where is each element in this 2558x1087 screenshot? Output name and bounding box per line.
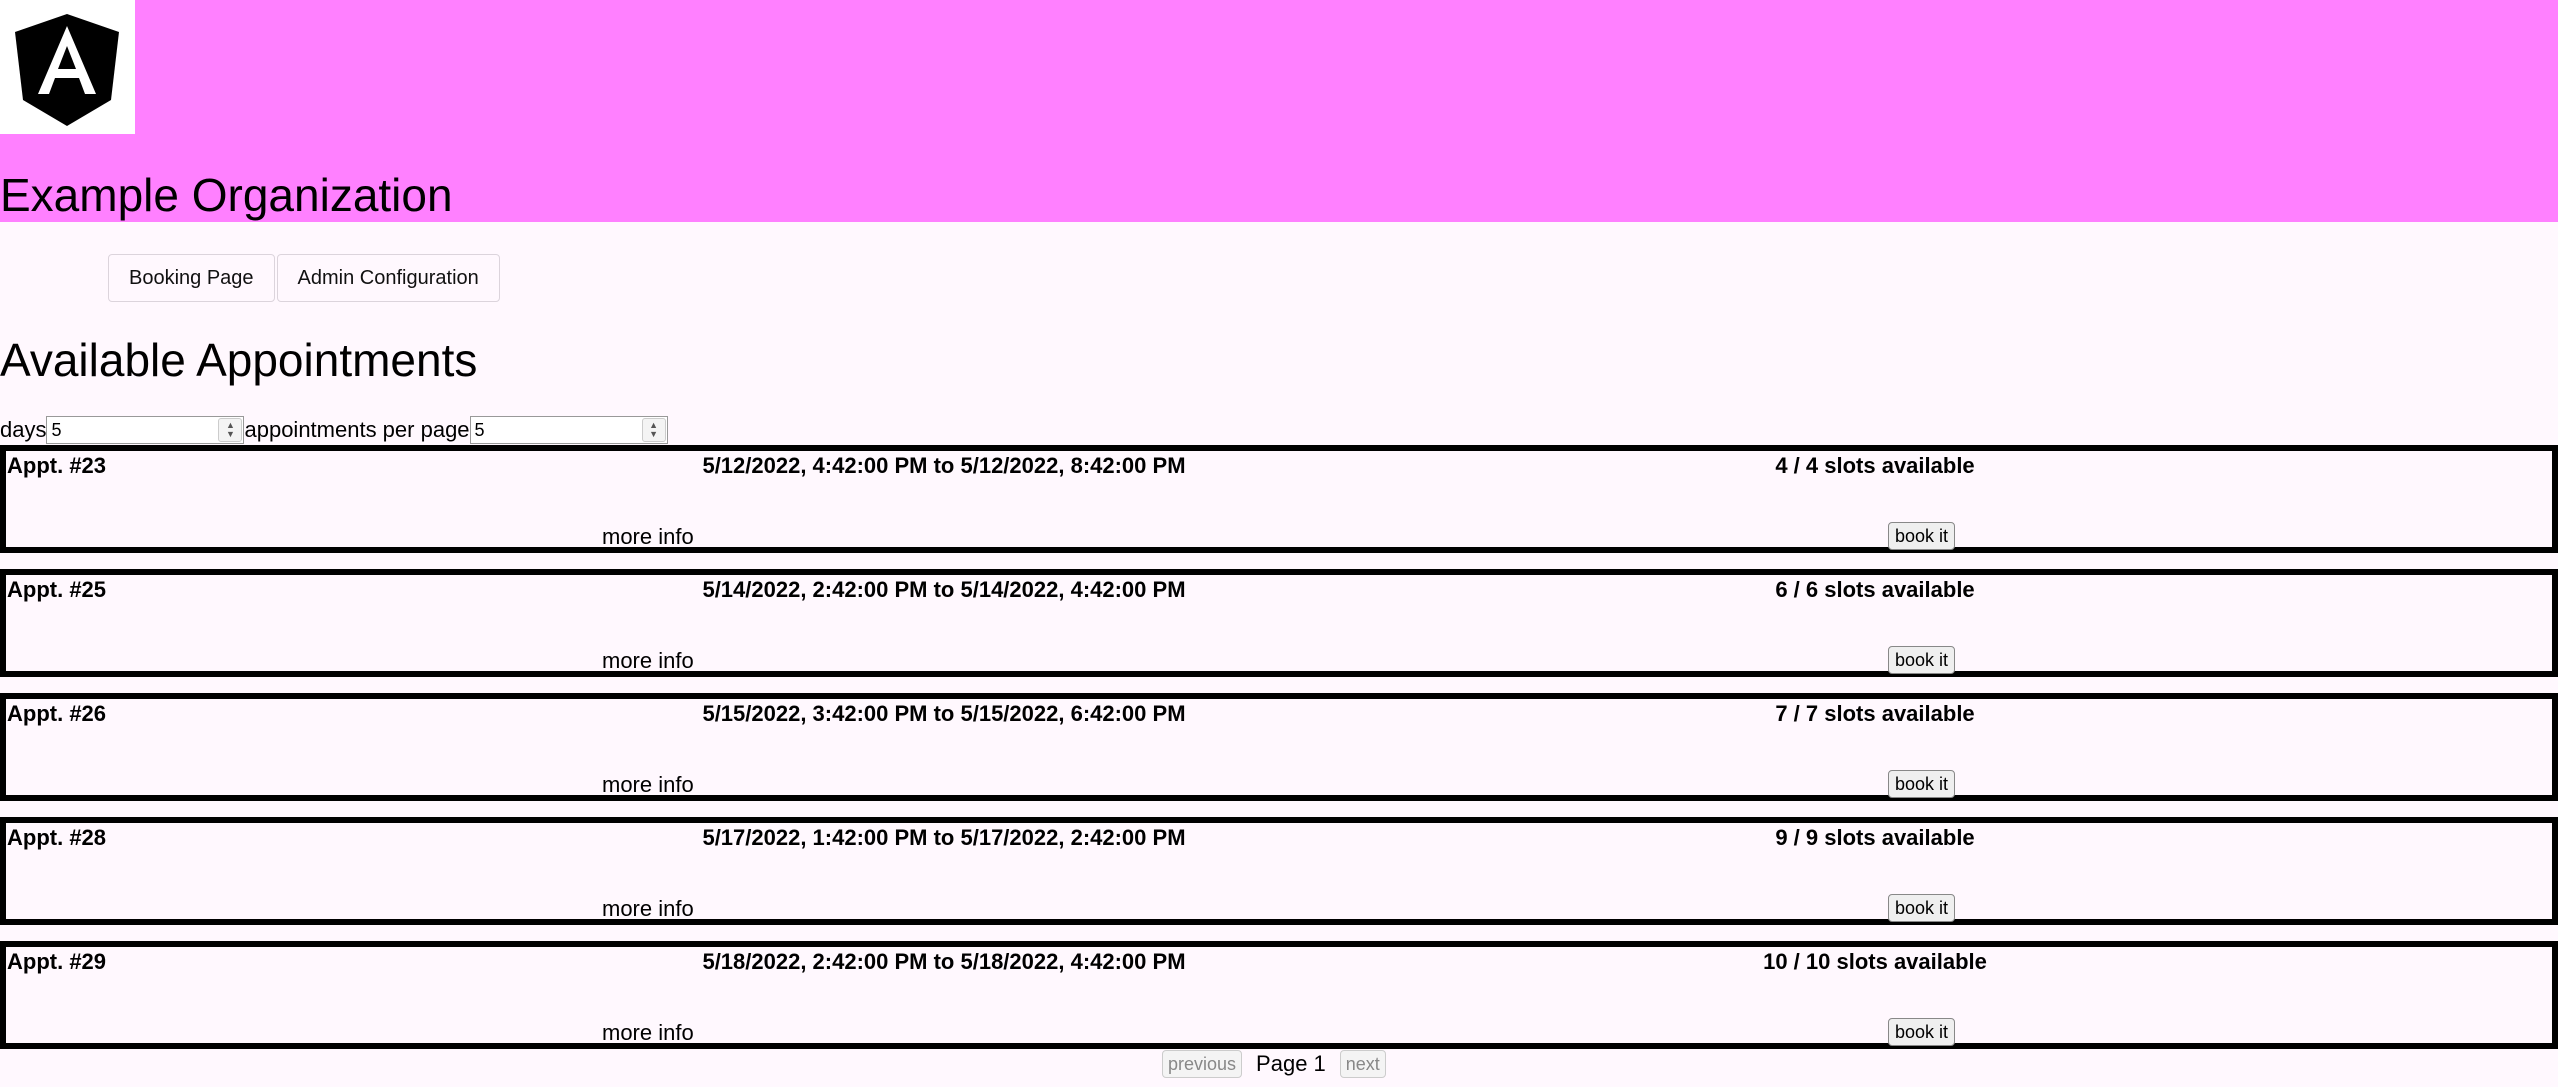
nav-bar: Booking Page Admin Configuration <box>108 254 500 302</box>
days-spinner[interactable]: ▲ ▼ <box>218 418 243 442</box>
appointment-slots: 6 / 6 slots available <box>1775 577 1975 602</box>
chevron-down-icon: ▼ <box>649 429 658 439</box>
pagination: previous Page 1 next <box>1162 1050 1386 1078</box>
appointment-card: Appt. #26 5/15/2022, 3:42:00 PM to 5/15/… <box>0 693 2558 801</box>
chevron-down-icon: ▼ <box>226 429 235 439</box>
header-banner: Example Organization <box>0 0 2558 222</box>
more-info-link[interactable]: more info <box>602 1020 694 1046</box>
more-info-link[interactable]: more info <box>602 772 694 798</box>
appointment-time: 5/17/2022, 1:42:00 PM to 5/17/2022, 2:42… <box>702 825 1186 850</box>
nav-admin-configuration-button[interactable]: Admin Configuration <box>276 254 500 302</box>
appointment-time: 5/15/2022, 3:42:00 PM to 5/15/2022, 6:42… <box>702 701 1186 726</box>
next-page-button[interactable]: next <box>1339 1050 1386 1078</box>
appointment-slots: 4 / 4 slots available <box>1775 453 1975 478</box>
filter-controls: days 5 ▲ ▼ appointments per page 5 ▲ ▼ <box>0 416 668 444</box>
book-it-button[interactable]: book it <box>1888 894 1956 922</box>
appointment-time: 5/12/2022, 4:42:00 PM to 5/12/2022, 8:42… <box>702 453 1186 478</box>
appointment-slots: 7 / 7 slots available <box>1775 701 1975 726</box>
appointment-card: Appt. #28 5/17/2022, 1:42:00 PM to 5/17/… <box>0 817 2558 925</box>
org-title: Example Organization <box>0 169 453 221</box>
page-title: Available Appointments <box>0 334 478 386</box>
book-it-button[interactable]: book it <box>1888 522 1956 550</box>
previous-page-button[interactable]: previous <box>1162 1050 1243 1078</box>
more-info-link[interactable]: more info <box>602 524 694 550</box>
book-it-button[interactable]: book it <box>1888 770 1956 798</box>
appointment-slots: 10 / 10 slots available <box>1763 949 1987 974</box>
per-page-input[interactable]: 5 ▲ ▼ <box>469 416 668 444</box>
appointment-card: Appt. #25 5/14/2022, 2:42:00 PM to 5/14/… <box>0 569 2558 677</box>
appointment-time: 5/18/2022, 2:42:00 PM to 5/18/2022, 4:42… <box>702 949 1186 974</box>
more-info-link[interactable]: more info <box>602 648 694 674</box>
days-input-value: 5 <box>51 419 62 440</box>
per-page-spinner[interactable]: ▲ ▼ <box>641 418 666 442</box>
logo <box>0 0 135 134</box>
days-input[interactable]: 5 ▲ ▼ <box>46 416 245 444</box>
page-indicator: Page 1 <box>1256 1051 1326 1076</box>
book-it-button[interactable]: book it <box>1888 1018 1956 1046</box>
angular-logo-icon <box>15 14 119 126</box>
nav-booking-page-button[interactable]: Booking Page <box>108 254 275 302</box>
per-page-label: appointments per page <box>244 417 470 442</box>
more-info-link[interactable]: more info <box>602 896 694 922</box>
appointment-slots: 9 / 9 slots available <box>1775 825 1975 850</box>
appointment-card: Appt. #23 5/12/2022, 4:42:00 PM to 5/12/… <box>0 445 2558 553</box>
per-page-input-value: 5 <box>474 419 485 440</box>
appointment-time: 5/14/2022, 2:42:00 PM to 5/14/2022, 4:42… <box>702 577 1186 602</box>
appointment-card: Appt. #29 5/18/2022, 2:42:00 PM to 5/18/… <box>0 941 2558 1049</box>
book-it-button[interactable]: book it <box>1888 646 1956 674</box>
days-label: days <box>0 417 47 442</box>
